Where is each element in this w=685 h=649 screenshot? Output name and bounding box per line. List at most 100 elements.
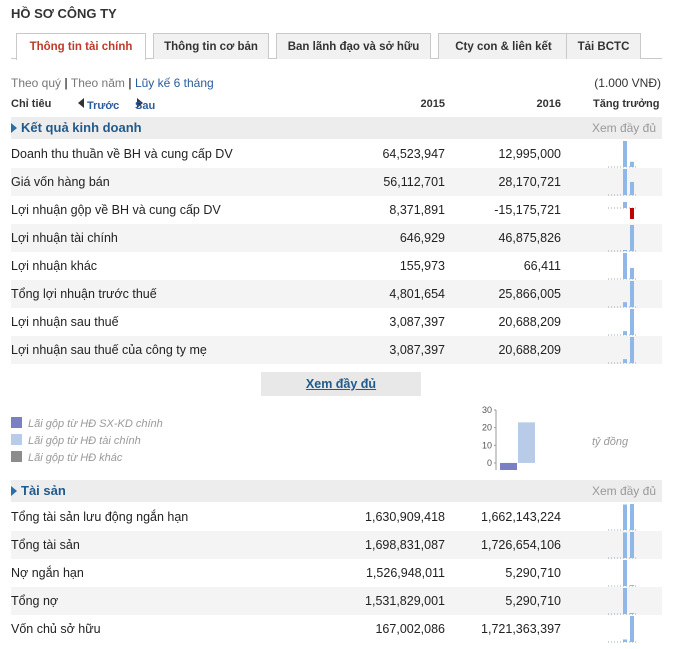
sparkline-bar <box>623 302 627 307</box>
table-row: Tổng tài sản lưu động ngắn hạn 1,630,909,… <box>11 503 662 531</box>
table-header: Chỉ tiêu Trước Sau 2015 2016 Tăng trưởng <box>11 96 662 114</box>
sparkline-bar <box>623 504 627 530</box>
growth-sparkline <box>608 169 638 196</box>
growth-sparkline <box>608 201 638 219</box>
view-full-link[interactable]: Xem đầy đủ <box>592 484 656 498</box>
legend-label: Lãi gộp từ HĐ SX-KD chính <box>28 418 163 430</box>
growth-sparkline <box>608 281 638 308</box>
value-2016: 1,726,654,106 <box>481 538 561 552</box>
chart-bar <box>518 422 535 463</box>
sparkline-bar <box>630 161 634 167</box>
period-cumulative-link[interactable]: Lũy kế 6 tháng <box>135 76 214 90</box>
value-2015: 3,087,397 <box>389 315 445 329</box>
legend-label: Lãi gộp từ HĐ khác <box>28 452 123 464</box>
growth-sparkline <box>608 225 638 252</box>
prev-button[interactable]: Trước <box>78 98 119 112</box>
growth-sparkline <box>608 141 638 168</box>
value-2015: 64,523,947 <box>382 147 445 161</box>
period-quarter-link[interactable]: Theo quý <box>11 76 61 90</box>
table-row: Tổng nợ 1,531,829,001 5,290,710 <box>11 587 662 615</box>
growth-sparkline <box>608 616 638 643</box>
view-full-link[interactable]: Xem đầy đủ <box>592 121 656 135</box>
sparkline-bar <box>623 253 627 279</box>
sparkline-bar <box>623 359 627 363</box>
row-label: Lợi nhuận khác <box>11 259 98 273</box>
y-tick-label: 30 <box>482 405 492 415</box>
growth-sparkline <box>608 532 638 559</box>
sparkline-bar <box>630 309 634 335</box>
table-row: Doanh thu thuần về BH và cung cấp DV 64,5… <box>11 140 662 168</box>
year-2016-header: 2016 <box>536 98 561 110</box>
value-2016: 5,290,710 <box>505 566 561 580</box>
value-2015: 1,630,909,418 <box>365 510 445 524</box>
sparkline-bar <box>623 250 627 251</box>
value-2015: 4,801,654 <box>389 287 445 301</box>
tab-management-ownership[interactable]: Ban lãnh đạo và sở hữu <box>276 33 431 59</box>
growth-sparkline <box>608 337 638 364</box>
period-separator: | <box>64 76 68 90</box>
period-year-link[interactable]: Theo năm <box>71 76 125 90</box>
table-row: Tổng tài sản 1,698,831,087 1,726,654,106 <box>11 531 662 559</box>
value-2015: 1,531,829,001 <box>365 594 445 608</box>
gross-profit-chart: 30 20 10 0 <box>482 405 535 470</box>
sparkline-bar <box>630 504 634 530</box>
page-title: HỒ SƠ CÔNG TY <box>11 6 117 21</box>
value-2015: 167,002,086 <box>375 622 445 636</box>
next-button[interactable]: Sau <box>135 98 155 112</box>
unit-label: (1.000 VNĐ) <box>594 76 661 90</box>
row-label: Vốn chủ sở hữu <box>11 622 101 636</box>
y-tick-label: 0 <box>487 458 492 468</box>
value-2015: 8,371,891 <box>389 203 445 217</box>
legend-swatch <box>11 417 22 428</box>
value-2016: 66,411 <box>523 259 561 273</box>
legend-item: Lãi gộp từ HĐ tài chính <box>11 434 141 447</box>
table-row: Lợi nhuận gộp về BH và cung cấp DV 8,371,… <box>11 196 662 224</box>
section-assets: Tài sản Xem đầy đủ <box>11 480 662 502</box>
growth-sparkline <box>608 588 638 615</box>
value-2015: 56,112,701 <box>383 175 445 189</box>
tab-basic-info[interactable]: Thông tin cơ bản <box>153 33 269 59</box>
period-selector: Theo quý | Theo năm | Lũy kế 6 tháng <box>11 76 214 90</box>
sparkline-bar <box>623 639 627 642</box>
sparkline-bar <box>623 532 627 558</box>
section-title: Tài sản <box>21 483 66 498</box>
tab-subsidiaries[interactable]: Cty con & liên kết <box>438 33 569 59</box>
table-row: Tổng lợi nhuận trước thuế 4,801,654 25,866… <box>11 280 662 308</box>
chart-bar <box>500 462 517 470</box>
tab-bar: Thông tin tài chính Thông tin cơ bản Ban… <box>11 33 662 60</box>
indicator-header: Chỉ tiêu <box>11 98 52 110</box>
table-row: Lợi nhuận sau thuế 3,087,397 20,688,209 <box>11 308 662 336</box>
section-arrow-icon <box>11 123 17 133</box>
table-row: Giá vốn hàng bán 56,112,701 28,170,721 <box>11 168 662 196</box>
view-full-button[interactable]: Xem đầy đủ <box>261 372 421 396</box>
tab-financial-info[interactable]: Thông tin tài chính <box>16 33 146 60</box>
y-tick-label: 20 <box>482 423 492 433</box>
row-label: Nợ ngắn hạn <box>11 566 84 580</box>
tab-download-reports[interactable]: Tải BCTC <box>566 33 641 59</box>
y-tick-label: 10 <box>482 440 492 450</box>
row-label: Tổng tài sản <box>11 538 80 552</box>
sparkline-bar <box>630 337 634 363</box>
value-2016: 12,995,000 <box>498 147 561 161</box>
sparkline-bar <box>623 588 627 614</box>
value-2016: 20,688,209 <box>498 343 561 357</box>
value-2016: 20,688,209 <box>498 315 561 329</box>
sparkline-bar <box>630 616 634 642</box>
sparkline-bar <box>623 201 627 208</box>
growth-sparkline <box>608 560 638 587</box>
row-label: Lợi nhuận sau thuế <box>11 315 119 329</box>
chart-unit-label: tỷ đồng <box>592 436 629 448</box>
sparkline-bar <box>630 585 634 586</box>
sparkline-bar <box>630 225 634 251</box>
section-title: Kết quả kinh doanh <box>21 120 142 135</box>
row-label: Giá vốn hàng bán <box>11 175 110 189</box>
value-2016: 1,721,363,397 <box>481 622 561 636</box>
row-label: Tổng nợ <box>11 594 59 608</box>
value-2016: -15,175,721 <box>494 203 561 217</box>
value-2016: 5,290,710 <box>505 594 561 608</box>
sparkline-bar <box>623 560 627 586</box>
sparkline-bar <box>630 267 634 279</box>
row-label: Lợi nhuận gộp về BH và cung cấp DV <box>11 203 221 217</box>
table-row: Nợ ngắn hạn 1,526,948,011 5,290,710 <box>11 559 662 587</box>
section-income: Kết quả kinh doanh Xem đầy đủ <box>11 117 662 139</box>
